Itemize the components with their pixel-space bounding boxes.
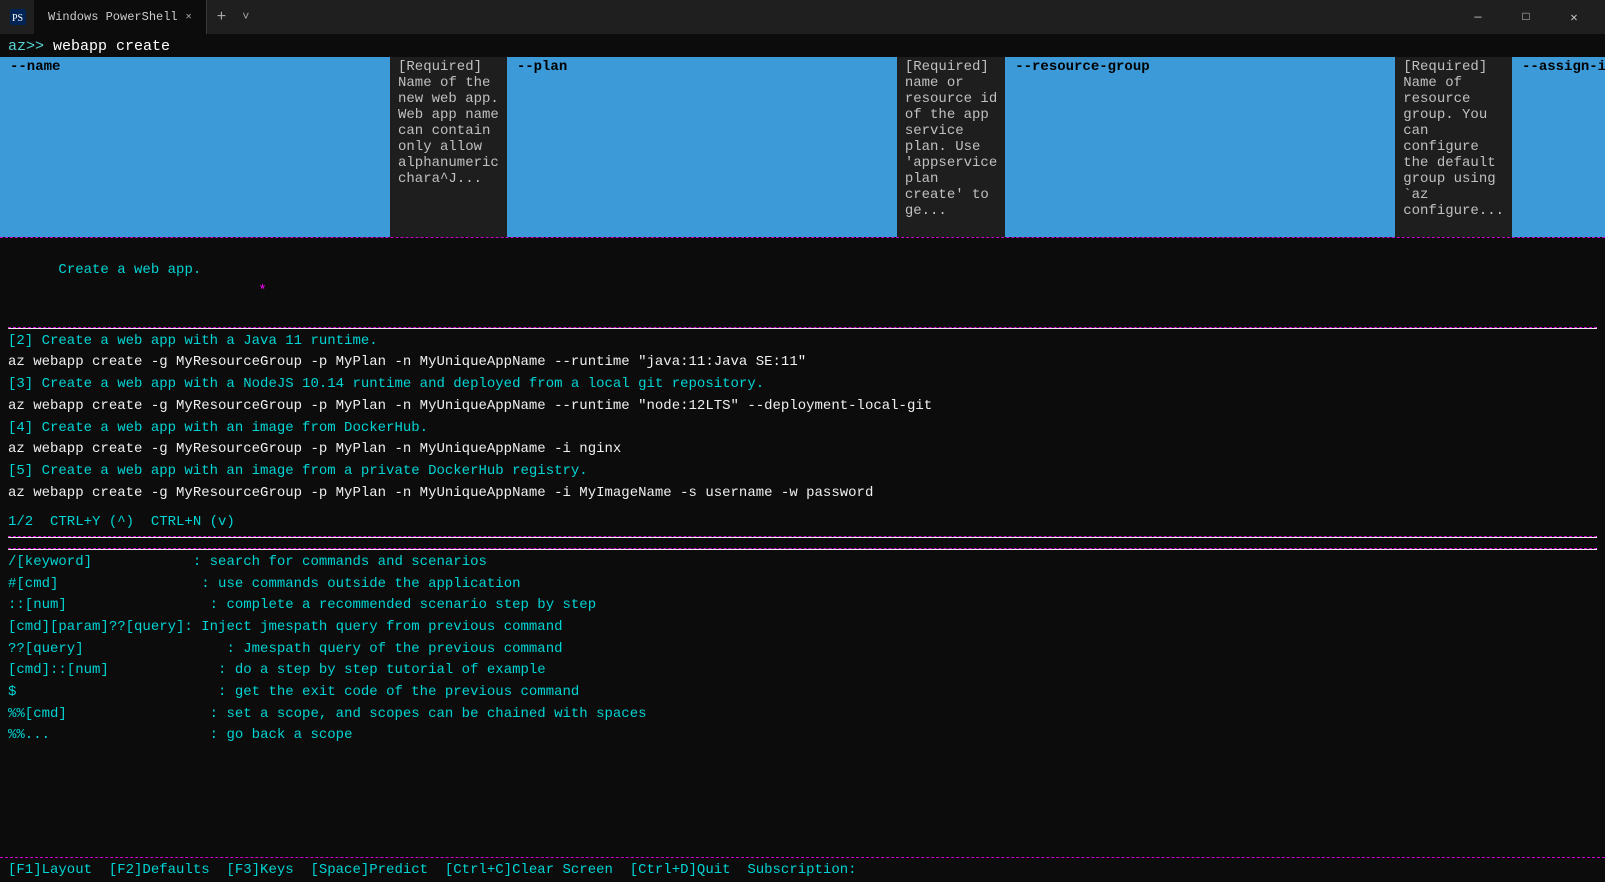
help-key: %%[cmd] [8, 706, 67, 722]
help-key: ??[query] [8, 641, 84, 657]
help-val: : get the exit code of the previous comm… [218, 684, 579, 700]
prompt-line: az>> webapp create [0, 34, 1605, 57]
help-key: [cmd][param]??[query]: [8, 619, 193, 635]
autocomplete-val: [Required] Name of the new web app. Web … [390, 57, 507, 237]
help-val: : set a scope, and scopes can be chained… [210, 706, 647, 722]
autocomplete-key: --plan [507, 57, 897, 237]
autocomplete-row[interactable]: --name[Required] Name of the new web app… [0, 57, 507, 237]
help-val: Inject jmespath query from previous comm… [201, 619, 562, 635]
autocomplete-key: --assign-identity [1512, 57, 1605, 237]
tab-dropdown-button[interactable]: ˅ [236, 0, 255, 34]
autocomplete-row[interactable]: --resource-group[Required] Name of resou… [1005, 57, 1512, 237]
help-item: %%[cmd] : set a scope, and scopes can be… [8, 704, 1597, 726]
autocomplete-key: --name [0, 57, 390, 237]
tab-label: Windows PowerShell [48, 10, 178, 24]
titlebar: PS Windows PowerShell ✕ + ˅ — □ ✕ [0, 0, 1605, 34]
help-key: %%... [8, 727, 50, 743]
help-val: : go back a scope [210, 727, 353, 743]
autocomplete-row[interactable]: --plan[Required] name or resource id of … [507, 57, 1005, 237]
help-key: ::[num] [8, 597, 67, 613]
help-val: : complete a recommended scenario step b… [210, 597, 596, 613]
example-command: az webapp create -g MyResourceGroup -p M… [8, 396, 1597, 418]
help-key: /[keyword] [8, 554, 92, 570]
active-tab[interactable]: Windows PowerShell ✕ [34, 0, 207, 34]
new-tab-button[interactable]: + [207, 0, 237, 34]
example-command: az webapp create -g MyResourceGroup -p M… [8, 439, 1597, 461]
help-item: [cmd]::[num] : do a step by step tutoria… [8, 660, 1597, 682]
help-item: %%... : go back a scope [8, 725, 1597, 747]
prompt-command: webapp create [44, 38, 170, 55]
example-command: az webapp create -g MyResourceGroup -p M… [8, 352, 1597, 374]
autocomplete-area: --name[Required] Name of the new web app… [0, 57, 1605, 237]
help-item: $ : get the exit code of the previous co… [8, 682, 1597, 704]
help-key: #[cmd] [8, 576, 58, 592]
help-item: ??[query] : Jmespath query of the previo… [8, 639, 1597, 661]
example-label: [5] Create a web app with an image from … [8, 461, 1597, 483]
example-label: [3] Create a web app with a NodeJS 10.14… [8, 374, 1597, 396]
separator-2 [8, 327, 1597, 329]
close-button[interactable]: ✕ [1551, 0, 1597, 34]
section-star: * [258, 283, 266, 299]
autocomplete-val: [Required] Name of resource group. You c… [1395, 57, 1512, 237]
help-item: [cmd][param]??[query]: Inject jmespath q… [8, 617, 1597, 639]
titlebar-left: PS Windows PowerShell ✕ + ˅ [8, 0, 255, 34]
help-val: : search for commands and scenarios [193, 554, 487, 570]
help-item: /[keyword] : search for commands and sce… [8, 552, 1597, 574]
example-label: [2] Create a web app with a Java 11 runt… [8, 331, 1597, 353]
separator-3 [8, 536, 1597, 538]
tab-close-button[interactable]: ✕ [186, 11, 192, 23]
pagination-line: 1/2 CTRL+Y (^) CTRL+N (v) [8, 512, 1597, 534]
autocomplete-val: [Required] name or resource id of the ap… [897, 57, 1005, 237]
help-item: #[cmd] : use commands outside the applic… [8, 574, 1597, 596]
minimize-button[interactable]: — [1455, 0, 1501, 34]
prompt-indicator: az>> [8, 38, 44, 55]
help-val: : use commands outside the application [201, 576, 520, 592]
help-container: /[keyword] : search for commands and sce… [8, 552, 1597, 747]
help-val: : Jmespath query of the previous command [226, 641, 562, 657]
titlebar-tabs: Windows PowerShell ✕ + ˅ [34, 0, 255, 34]
svg-text:PS: PS [12, 13, 23, 24]
help-val: : do a step by step tutorial of example [218, 662, 546, 678]
content-area: Create a web app. * [2] Create a web app… [0, 238, 1605, 857]
section-title-text: Create a web app. [58, 262, 201, 278]
help-key: [cmd]::[num] [8, 662, 109, 678]
examples-container: [2] Create a web app with a Java 11 runt… [8, 331, 1597, 505]
help-item: ::[num] : complete a recommended scenari… [8, 595, 1597, 617]
autocomplete-row[interactable]: --assign-identityaccept system or user a… [1512, 57, 1605, 237]
statusbar: [F1]Layout [F2]Defaults [F3]Keys [Space]… [0, 857, 1605, 882]
section-title: Create a web app. * [8, 238, 1597, 325]
example-command: az webapp create -g MyResourceGroup -p M… [8, 483, 1597, 505]
separator-4 [8, 548, 1597, 550]
terminal: az>> webapp create --name[Required] Name… [0, 34, 1605, 882]
window-controls: — □ ✕ [1455, 0, 1597, 34]
spacer [8, 504, 1597, 512]
maximize-button[interactable]: □ [1503, 0, 1549, 34]
example-label: [4] Create a web app with an image from … [8, 418, 1597, 440]
autocomplete-key: --resource-group [1005, 57, 1395, 237]
powershell-icon: PS [8, 7, 28, 27]
